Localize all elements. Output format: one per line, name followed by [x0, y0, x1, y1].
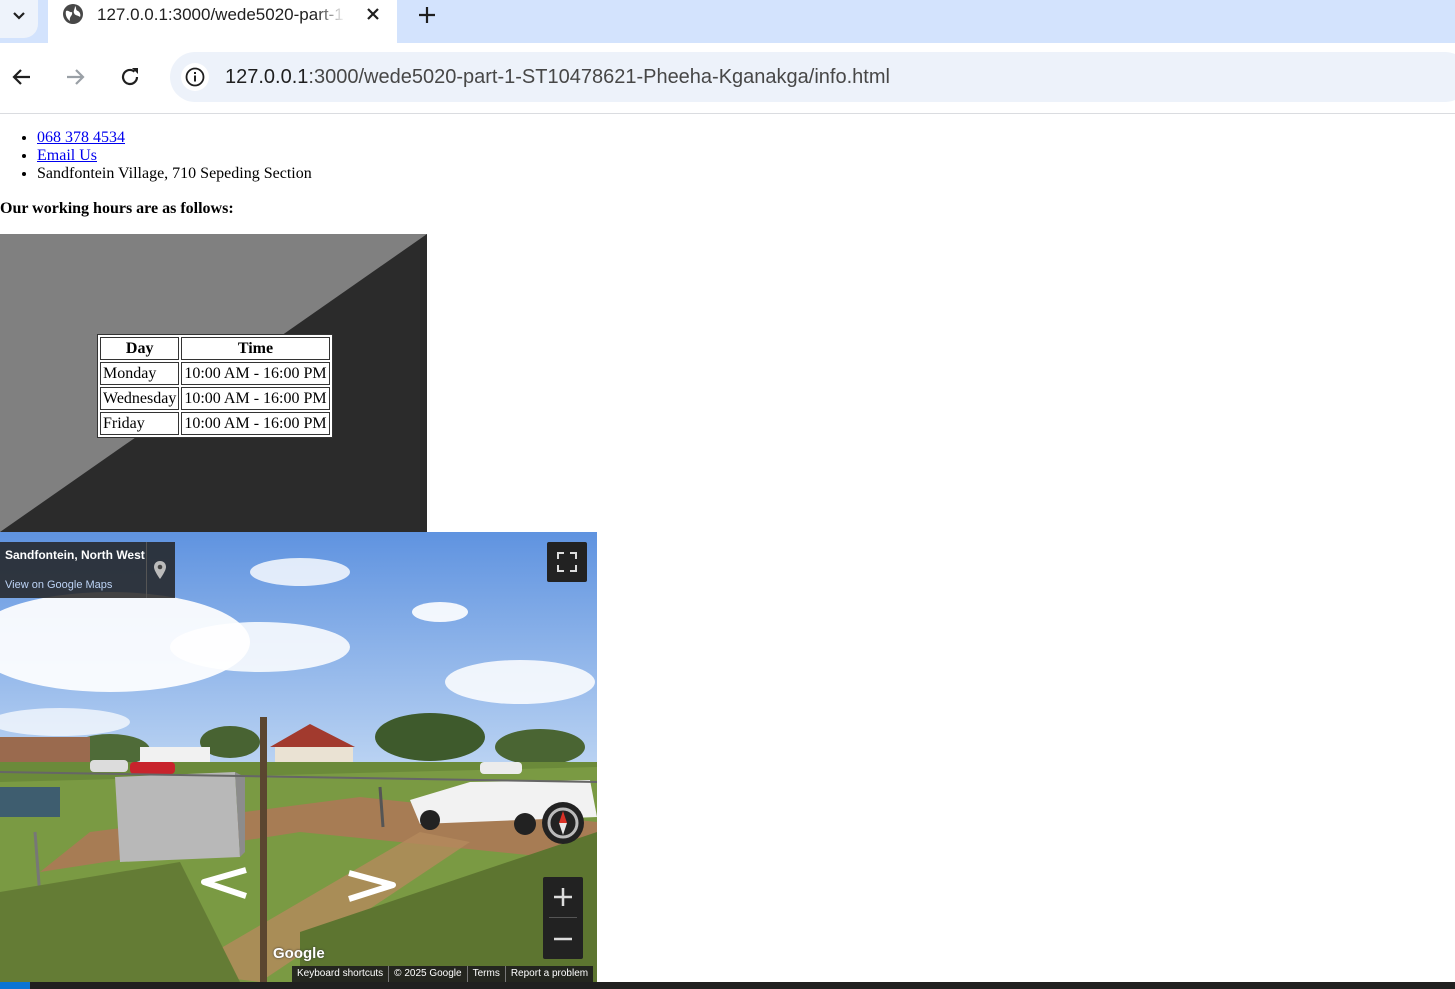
start-button[interactable]: [0, 982, 30, 989]
tab-active[interactable]: 127.0.0.1:3000/wede5020-part-1-ST1047862…: [48, 0, 397, 43]
site-info-button[interactable]: [181, 63, 209, 91]
arrow-right-icon[interactable]: [343, 869, 399, 903]
compass-icon[interactable]: [541, 801, 585, 845]
place-card: Sandfontein, North West View on Google M…: [0, 542, 175, 598]
place-title: Sandfontein, North West: [5, 548, 145, 562]
fullscreen-button[interactable]: [547, 542, 587, 582]
column-header-day: Day: [100, 337, 180, 360]
view-on-google-maps-link[interactable]: View on Google Maps: [5, 579, 112, 591]
contact-list: 068 378 4534 Email Us Sandfontein Villag…: [0, 129, 312, 183]
map-pin-icon[interactable]: [152, 560, 168, 580]
zoom-divider: [549, 917, 577, 918]
hours-heading: Our working hours are as follows:: [0, 200, 234, 217]
globe-icon: [63, 4, 83, 24]
close-icon[interactable]: [363, 4, 383, 24]
table-row: Friday 10:00 AM - 16:00 PM: [100, 412, 330, 435]
divider: [146, 542, 147, 598]
taskbar: [0, 982, 1455, 989]
day-cell: Wednesday: [100, 387, 180, 410]
column-header-time: Time: [181, 337, 330, 360]
email-link[interactable]: Email Us: [37, 147, 97, 164]
terms-link[interactable]: Terms: [466, 966, 505, 982]
tab-strip: 127.0.0.1:3000/wede5020-part-1-ST1047862…: [0, 0, 1455, 43]
phone-link[interactable]: 068 378 4534: [37, 129, 125, 146]
hours-table: Day Time Monday 10:00 AM - 16:00 PM Wedn…: [97, 334, 333, 438]
url-text[interactable]: 127.0.0.1:3000/wede5020-part-1-ST1047862…: [225, 64, 890, 90]
url-host: 127.0.0.1: [225, 66, 309, 88]
copyright-text: © 2025 Google: [388, 966, 466, 982]
google-logo: Google: [273, 945, 325, 962]
browser-toolbar: 127.0.0.1:3000/wede5020-part-1-ST1047862…: [0, 43, 1455, 114]
list-item: 068 378 4534: [37, 129, 312, 147]
time-cell: 10:00 AM - 16:00 PM: [181, 387, 330, 410]
list-item: Email Us: [37, 147, 312, 165]
time-cell: 10:00 AM - 16:00 PM: [181, 412, 330, 435]
fullscreen-icon: [557, 552, 577, 572]
tab-search-button[interactable]: [0, 0, 38, 38]
zoom-in-icon[interactable]: [543, 877, 583, 917]
day-cell: Monday: [100, 362, 180, 385]
info-icon: [185, 67, 205, 87]
url-path: :3000/wede5020-part-1-ST10478621-Pheeha-…: [308, 66, 890, 88]
day-cell: Friday: [100, 412, 180, 435]
report-problem-link[interactable]: Report a problem: [504, 966, 593, 982]
table-row: Wednesday 10:00 AM - 16:00 PM: [100, 387, 330, 410]
map-attribution-bar: Keyboard shortcuts © 2025 Google Terms R…: [292, 966, 594, 982]
table-row: Monday 10:00 AM - 16:00 PM: [100, 362, 330, 385]
zoom-control: [543, 877, 583, 959]
chevron-down-icon: [13, 12, 25, 20]
table-header-row: Day Time: [100, 337, 330, 360]
time-cell: 10:00 AM - 16:00 PM: [181, 362, 330, 385]
reload-icon[interactable]: [118, 65, 142, 89]
arrow-left-icon[interactable]: [198, 866, 254, 900]
new-tab-icon[interactable]: [415, 3, 439, 27]
back-icon[interactable]: [10, 65, 34, 89]
keyboard-shortcuts-link[interactable]: Keyboard shortcuts: [292, 966, 388, 982]
street-view-image[interactable]: [0, 532, 597, 982]
street-view-embed[interactable]: Sandfontein, North West View on Google M…: [0, 532, 597, 982]
address-bar[interactable]: 127.0.0.1:3000/wede5020-part-1-ST1047862…: [170, 52, 1455, 102]
tab-title: 127.0.0.1:3000/wede5020-part-1-ST1047862…: [97, 5, 345, 24]
forward-icon[interactable]: [63, 65, 87, 89]
zoom-out-icon[interactable]: [543, 919, 583, 959]
address-text: Sandfontein Village, 710 Sepeding Sectio…: [37, 165, 312, 183]
